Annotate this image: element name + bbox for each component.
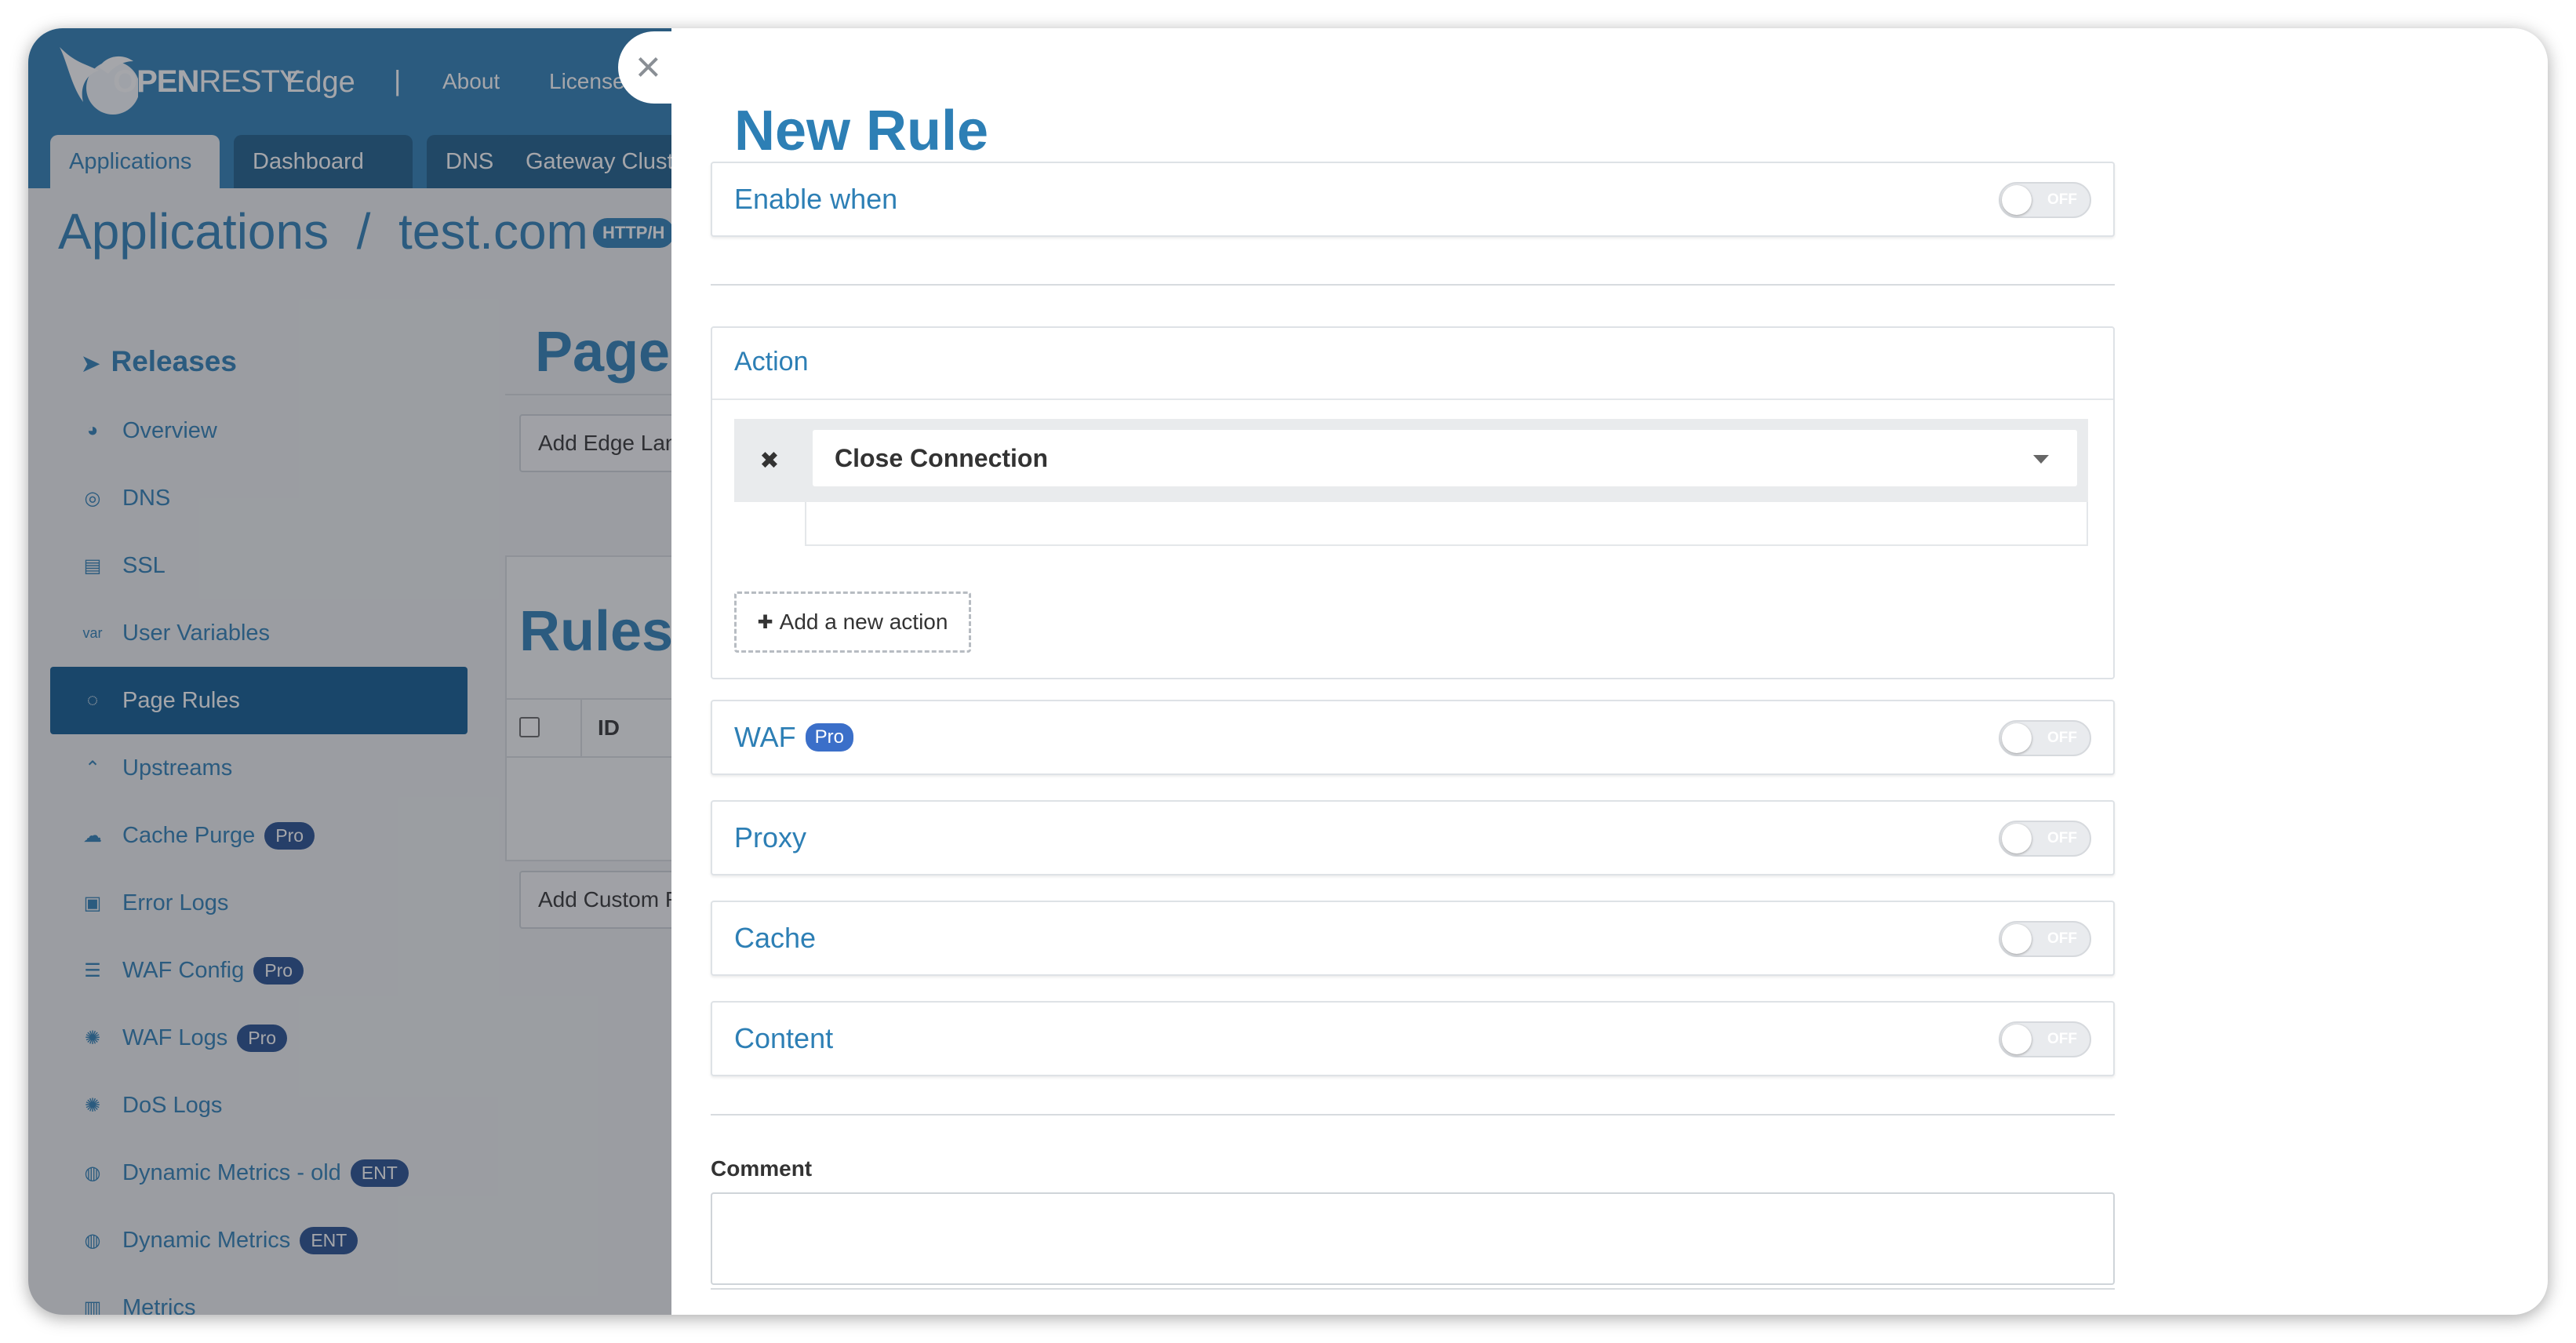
toggle-state: OFF xyxy=(2047,191,2077,208)
waf-label-text: WAF xyxy=(734,721,796,753)
remove-action-icon[interactable]: ✖ xyxy=(734,419,805,502)
toggle-state: OFF xyxy=(2047,730,2077,746)
content-toggle[interactable]: OFF xyxy=(1999,1021,2091,1057)
waf-toggle[interactable]: OFF xyxy=(1999,720,2091,756)
toggle-knob xyxy=(2002,185,2032,215)
pro-badge: Pro xyxy=(805,723,854,752)
modal-title: New Rule xyxy=(734,100,989,162)
section-divider xyxy=(711,1114,2115,1116)
background-app: OPENRESTY Edge | About License Applicati… xyxy=(28,28,671,1315)
enable-when-toggle[interactable]: OFF xyxy=(1999,182,2091,218)
comment-textarea[interactable] xyxy=(711,1192,2115,1285)
cache-toggle[interactable]: OFF xyxy=(1999,921,2091,957)
comment-label: Comment xyxy=(711,1156,813,1181)
proxy-panel[interactable]: Proxy OFF xyxy=(711,800,2115,875)
modal-backdrop[interactable] xyxy=(28,28,671,1315)
action-type-select[interactable]: Close Connection xyxy=(813,430,2077,486)
cache-panel[interactable]: Cache OFF xyxy=(711,901,2115,976)
toggle-knob xyxy=(2002,1025,2032,1054)
waf-label: WAF Pro xyxy=(734,701,854,773)
plus-icon: ✚ xyxy=(757,611,773,633)
toggle-state: OFF xyxy=(2047,1031,2077,1047)
section-divider xyxy=(711,284,2115,286)
toggle-state: OFF xyxy=(2047,930,2077,947)
add-action-button[interactable]: ✚ Add a new action xyxy=(734,591,971,653)
action-type-value: Close Connection xyxy=(835,444,1049,472)
action-options-area xyxy=(805,502,2088,546)
cache-label: Cache xyxy=(734,922,817,954)
action-panel: Action ✖ Close Connection ✚ Add a new act… xyxy=(711,326,2115,679)
close-icon[interactable]: × xyxy=(635,39,661,94)
toggle-knob xyxy=(2002,924,2032,954)
action-panel-header: Action xyxy=(712,328,2113,400)
app-window: OPENRESTY Edge | About License Applicati… xyxy=(28,28,2548,1315)
waf-panel[interactable]: WAF Pro OFF xyxy=(711,700,2115,775)
section-divider xyxy=(711,1288,2115,1290)
toggle-knob xyxy=(2002,824,2032,853)
proxy-toggle[interactable]: OFF xyxy=(1999,821,2091,857)
content-label: Content xyxy=(734,1022,834,1054)
toggle-state: OFF xyxy=(2047,830,2077,846)
enable-when-panel[interactable]: Enable when OFF xyxy=(711,162,2115,237)
add-action-label: Add a new action xyxy=(779,610,948,634)
content-panel[interactable]: Content OFF xyxy=(711,1001,2115,1076)
action-title: Action xyxy=(734,347,809,377)
chevron-down-icon xyxy=(2033,455,2049,464)
proxy-label: Proxy xyxy=(734,821,807,853)
action-row: ✖ Close Connection xyxy=(734,419,2088,502)
toggle-knob xyxy=(2002,723,2032,753)
enable-when-label: Enable when xyxy=(734,183,898,215)
